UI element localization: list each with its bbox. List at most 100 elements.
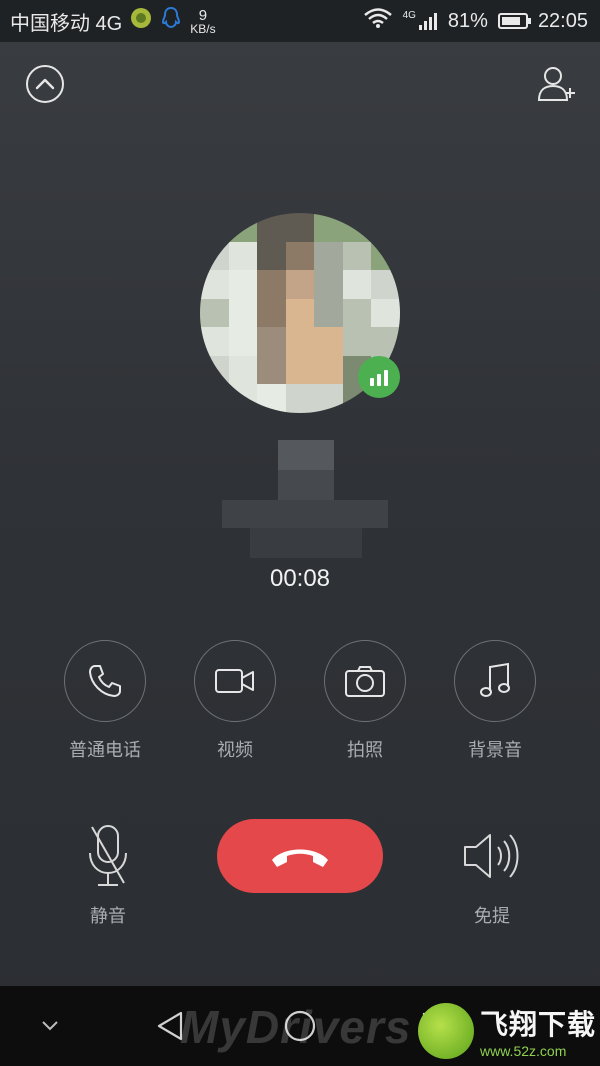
speed-value: 9 [198,6,208,24]
hang-up-button[interactable] [217,819,383,893]
avatar-pixel [257,270,286,299]
avatar-pixel [257,327,286,356]
take-photo-button[interactable] [324,640,406,722]
avatar-pixel [371,270,400,299]
avatar-pixel [200,213,229,242]
feature-regular-call[interactable]: 普通电话 [35,640,175,762]
regular-call-button[interactable] [64,640,146,722]
background-sound-button[interactable] [454,640,536,722]
mute-button[interactable] [38,820,178,892]
contact-name-obscured [222,440,388,558]
avatar-pixel [285,384,315,413]
logo-title: 飞翔下载 [480,1009,597,1040]
speed-unit: KB/s [190,21,216,36]
end-call-icon [272,849,328,867]
avatar-pixel [228,213,258,242]
status-bar: 中国移动 4G 9 KB/s 4G 81% 22:05 [0,0,600,42]
speaker-icon [464,834,519,878]
avatar-pixel [285,213,315,242]
avatar-pixel [200,298,229,328]
feature-background-sound[interactable]: 背景音 [425,640,565,762]
avatar-pixel [257,355,286,385]
phone-icon [89,665,121,697]
cellular-signal-icon: 4G [403,11,438,31]
avatar-pixel [228,298,258,328]
avatar-pixel [314,298,343,328]
voice-call-screen: 中国移动 4G 9 KB/s 4G 81% 22:05 00:08 普通电话 视… [0,0,600,1066]
avatar-pixel [257,298,286,328]
hide-nav-button[interactable] [30,986,70,1066]
signal-bar [370,378,374,386]
avatar-pixel [314,241,343,271]
minimize-call-button[interactable] [26,65,64,103]
avatar-pixel [257,241,286,271]
feature-label: 背景音 [468,740,522,760]
avatar-pixel [200,355,229,385]
avatar-pixel [200,384,229,413]
avatar-pixel [371,298,400,328]
speaker-button[interactable] [422,820,562,892]
avatar-pixel [342,327,372,356]
avatar-pixel [371,241,400,271]
avatar-pixel [285,298,315,328]
logo-text-group: 飞翔下载 www.52z.com [480,1003,596,1059]
chevron-up-icon [35,78,55,90]
feature-label: 普通电话 [69,740,141,760]
clock: 22:05 [537,9,588,32]
video-button[interactable] [194,640,276,722]
feature-label: 拍照 [347,740,383,760]
avatar-pixel [314,355,343,385]
avatar-pixel [342,270,372,299]
signal-bar [384,370,388,386]
avatar-pixel [228,327,258,356]
logo-mark-icon [418,1003,474,1059]
signal-bar [377,374,381,386]
avatar-pixel [200,241,229,271]
music-note-icon [480,662,510,697]
avatar-pixel [371,327,400,356]
status-right: 4G 81% 22:05 [363,0,588,42]
avatar-pixel [314,213,343,242]
avatar-pixel [285,241,315,271]
feature-video[interactable]: 视频 [165,640,305,762]
avatar-pixel [314,327,343,356]
site-logo: 飞翔下载 www.52z.com [418,1000,596,1062]
speaker-label: 免提 [474,906,510,926]
microphone-muted-icon [89,825,127,886]
add-participant-button[interactable] [536,64,578,104]
logo-url: www.52z.com [480,1043,567,1059]
avatar-pixel [285,355,315,385]
call-quality-badge [358,356,400,398]
qq-icon [160,6,182,36]
network-speed: 9 KB/s [190,8,215,35]
avatar-pixel [228,355,258,385]
status-left: 中国移动 4G 9 KB/s [10,0,216,42]
avatar-pixel [342,241,372,271]
app-notification-icon [130,7,152,35]
watermark-text: MyDrivers [180,1001,412,1053]
feature-camera[interactable]: 拍照 [295,640,435,762]
wifi-icon [363,7,393,35]
carrier-label: 中国移动 4G [10,12,123,35]
avatar-pixel [228,241,258,271]
contact-avatar-wrapper [200,213,400,413]
avatar-pixel [285,270,315,299]
avatar-pixel [200,327,229,356]
avatar-pixel [371,213,400,242]
chevron-down-icon [42,1021,58,1031]
avatar-pixel [314,384,343,413]
avatar-pixel [257,384,286,413]
battery-fill [501,17,520,25]
add-person-icon [537,67,575,101]
avatar-pixel [285,327,315,356]
speaker-control[interactable]: 免提 [422,820,562,928]
mute-label: 静音 [90,906,126,926]
battery-percent: 81% [447,9,488,32]
camera-icon [345,666,385,697]
feature-label: 视频 [217,740,253,760]
avatar-pixel [342,298,372,328]
avatar-pixel [342,213,372,242]
avatar-pixel [200,270,229,299]
avatar-pixel [228,270,258,299]
mute-control[interactable]: 静音 [38,820,178,928]
